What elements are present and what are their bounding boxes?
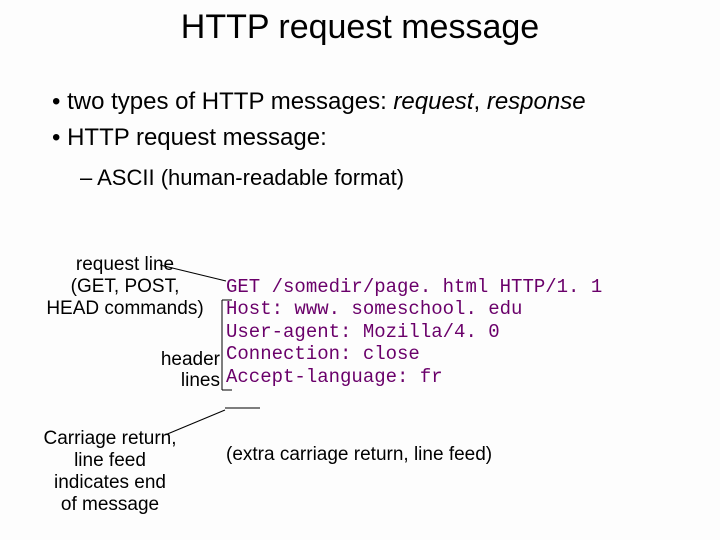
annotation-arrows <box>0 0 720 540</box>
slide: HTTP request message • two types of HTTP… <box>0 0 720 540</box>
